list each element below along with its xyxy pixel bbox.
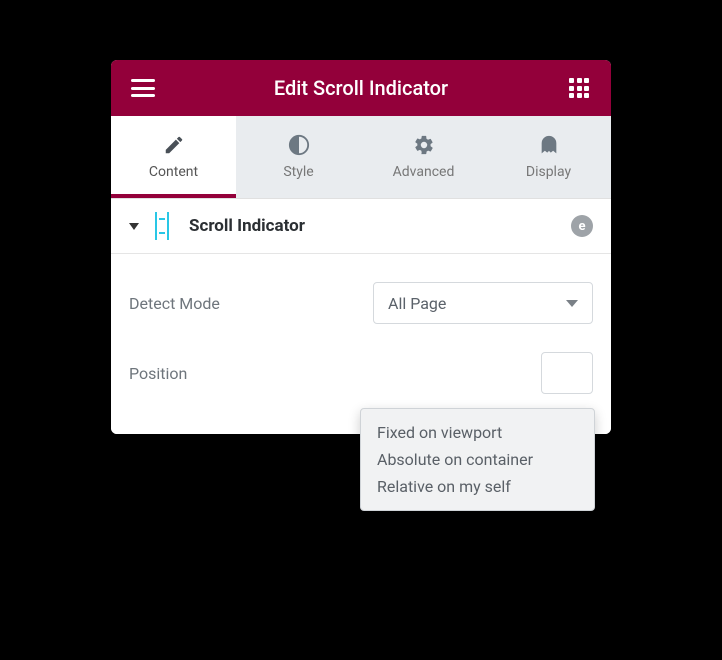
tab-advanced[interactable]: Advanced [361, 116, 486, 198]
tab-display-label: Display [526, 164, 571, 180]
detect-mode-select[interactable]: All Page [373, 282, 593, 324]
section-header[interactable]: Scroll Indicator e [111, 198, 611, 254]
detect-mode-label: Detect Mode [129, 294, 220, 313]
section-title: Scroll Indicator [189, 216, 561, 236]
tab-style-label: Style [283, 164, 313, 180]
controls-area: Detect Mode All Page Position [111, 254, 611, 434]
chevron-down-icon [566, 300, 578, 307]
apps-button[interactable] [563, 72, 595, 104]
tab-content[interactable]: Content [111, 116, 236, 198]
brand-badge-icon: e [571, 215, 593, 237]
pencil-icon [163, 134, 185, 156]
position-option[interactable]: Absolute on container [377, 446, 578, 473]
position-option[interactable]: Fixed on viewport [377, 419, 578, 446]
tabs: Content Style Advanced Display [111, 116, 611, 198]
position-select[interactable] [541, 352, 593, 394]
detect-mode-value: All Page [388, 294, 446, 313]
gear-icon [413, 134, 435, 156]
half-circle-icon [288, 134, 310, 156]
tab-style[interactable]: Style [236, 116, 361, 198]
position-row: Position [129, 338, 593, 408]
position-dropdown: Fixed on viewport Absolute on container … [360, 408, 595, 511]
menu-button[interactable] [127, 72, 159, 104]
tab-display[interactable]: Display [486, 116, 611, 198]
position-label: Position [129, 364, 187, 383]
tab-advanced-label: Advanced [393, 164, 455, 180]
detect-mode-row: Detect Mode All Page [129, 268, 593, 338]
chevron-down-icon [129, 223, 139, 230]
scroll-indicator-icon [155, 212, 169, 240]
grid-icon [569, 78, 589, 98]
position-option[interactable]: Relative on my self [377, 473, 578, 500]
panel-header: Edit Scroll Indicator [111, 60, 611, 116]
panel-title: Edit Scroll Indicator [159, 76, 563, 100]
editor-panel: Edit Scroll Indicator Content Style Adva… [111, 60, 611, 434]
hamburger-icon [131, 79, 155, 97]
tab-content-label: Content [149, 164, 198, 180]
ghost-icon [538, 134, 560, 156]
